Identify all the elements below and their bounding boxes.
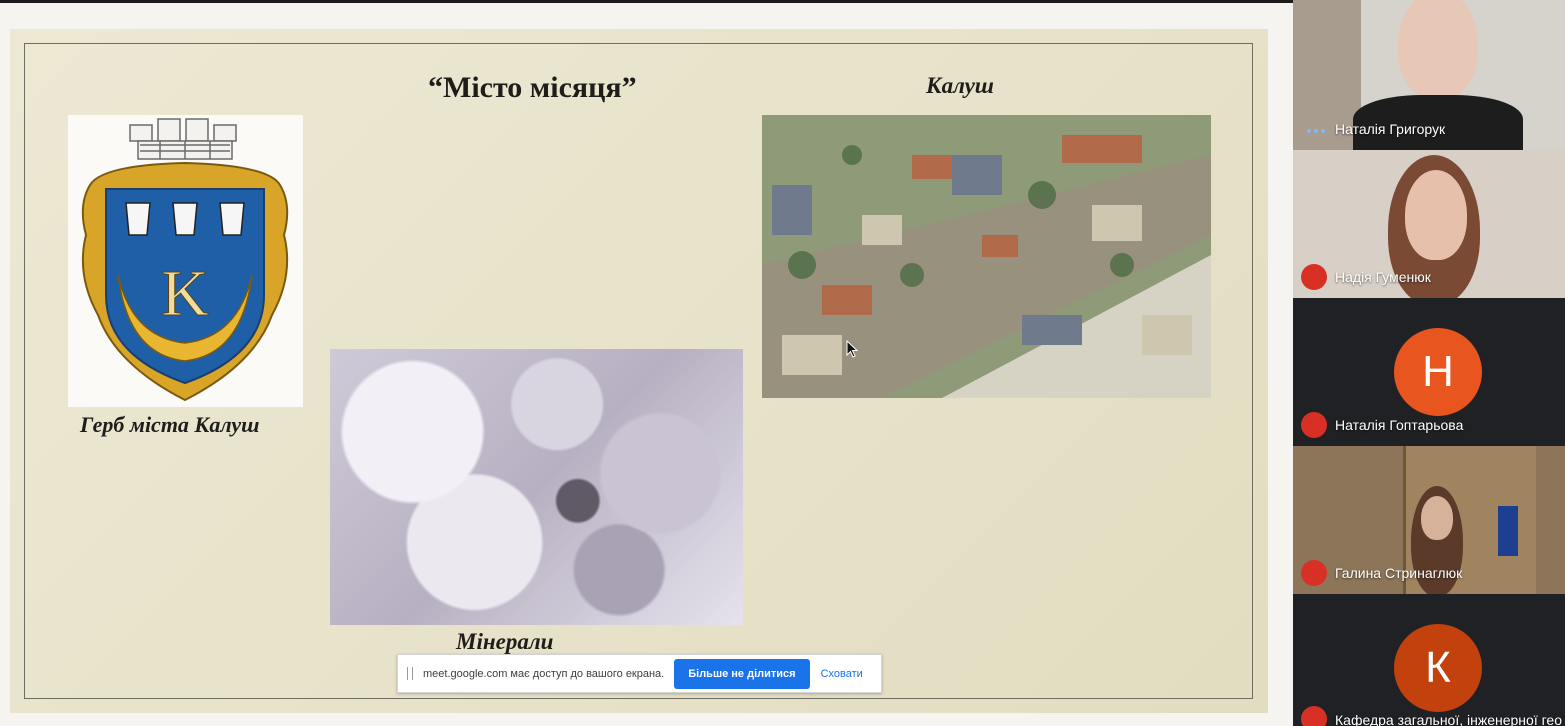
screen-share-bar: meet.google.com має доступ до вашого екр… — [397, 654, 882, 693]
slide-title: “Місто місяця” — [428, 71, 637, 104]
participant-face — [1421, 496, 1453, 540]
city-painting-image — [762, 115, 1211, 398]
participant-tile[interactable]: Н Наталія Гоптарьова — [1293, 298, 1565, 446]
participant-name: Наталія Григорук — [1335, 121, 1446, 137]
coat-of-arms-image: K — [68, 115, 303, 407]
cursor-icon — [846, 340, 858, 358]
coat-letter: K — [161, 257, 209, 330]
minerals-image — [330, 349, 743, 625]
participant-name: Наталія Гоптарьова — [1335, 417, 1464, 433]
mic-off-icon — [1301, 560, 1327, 586]
mic-off-icon — [1301, 412, 1327, 438]
speaking-dots-icon — [1307, 129, 1325, 133]
mic-off-icon — [1301, 706, 1327, 726]
participant-name: Галина Стринаглюк — [1335, 565, 1463, 581]
participant-avatar: К — [1394, 624, 1482, 712]
participant-name: Кафедра загальної, інженерної гео — [1335, 712, 1562, 726]
coat-caption: Герб міста Калуш — [80, 412, 260, 437]
shared-slide: “Місто місяця” Калуш K Герб міста Калуш … — [10, 29, 1268, 713]
drag-grip-icon[interactable] — [407, 667, 413, 680]
participant-face — [1398, 0, 1478, 100]
top-bar — [0, 0, 1293, 3]
participant-face — [1405, 170, 1467, 260]
stop-sharing-button[interactable]: Більше не ділитися — [674, 658, 810, 689]
participant-tile[interactable]: Наталія Григорук — [1293, 0, 1565, 150]
participant-avatar: Н — [1394, 328, 1482, 416]
top-bar-right — [1272, 0, 1293, 2]
mic-off-icon — [1301, 264, 1327, 290]
share-message: meet.google.com має доступ до вашого екр… — [423, 667, 665, 680]
city-title: Калуш — [926, 73, 994, 98]
participant-name: Надія Гуменюк — [1335, 269, 1431, 285]
hide-link[interactable]: Сховати — [821, 668, 863, 680]
minerals-caption: Мінерали — [456, 629, 554, 654]
participant-tile[interactable]: Надія Гуменюк — [1293, 150, 1565, 298]
participant-tile[interactable]: К Кафедра загальної, інженерної гео — [1293, 594, 1565, 726]
participant-tile[interactable]: Галина Стринаглюк — [1293, 446, 1565, 594]
